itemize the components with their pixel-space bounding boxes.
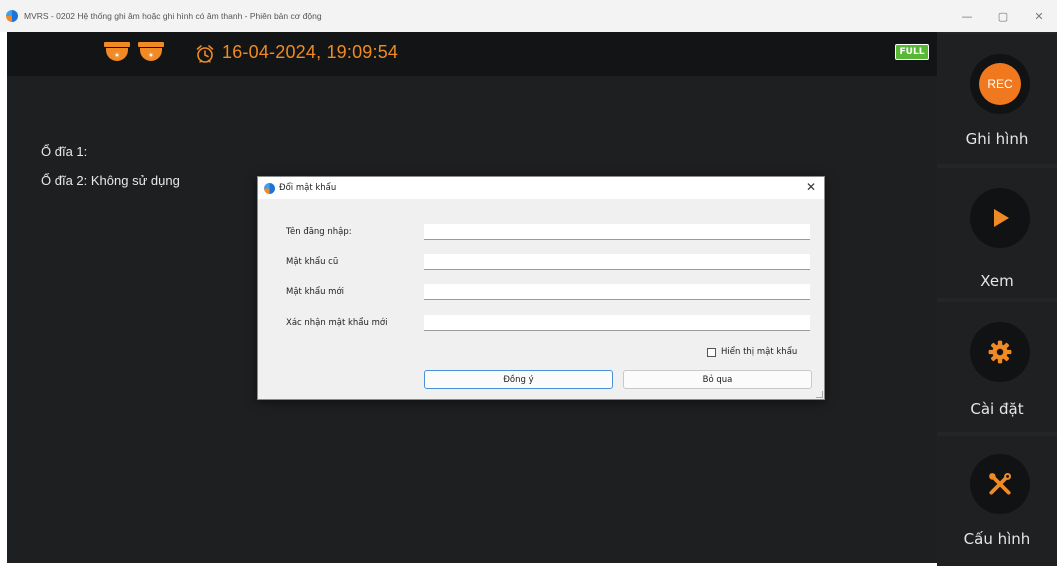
restore-button[interactable]: ▢ xyxy=(985,0,1021,32)
disk-2-status: Ổ đĩa 2: Không sử dụng xyxy=(41,173,180,188)
dialog-title: Đổi mật khẩu xyxy=(279,183,337,193)
minimize-button[interactable]: — xyxy=(949,0,985,32)
window-titlebar: MVRS - 0202 Hệ thống ghi âm hoặc ghi hìn… xyxy=(0,0,1057,32)
status-topbar: 16-04-2024, 19:09:54 FULL xyxy=(7,32,937,76)
sidebar-item-config[interactable]: Cấu hình xyxy=(937,436,1057,566)
dialog-close-icon[interactable]: ✕ xyxy=(806,180,816,194)
app-logo-icon xyxy=(6,10,18,22)
full-badge: FULL xyxy=(895,44,929,60)
username-label: Tên đăng nhập: xyxy=(286,227,352,237)
alarm-clock-icon xyxy=(196,45,214,63)
show-password-option[interactable]: Hiển thị mật khẩu xyxy=(707,347,797,357)
camera-1-icon xyxy=(104,42,130,62)
disk-1-status: Ổ đĩa 1: xyxy=(41,144,88,159)
sidebar-item-record[interactable]: REC Ghi hình xyxy=(937,34,1057,164)
new-password-label: Mật khẩu mới xyxy=(286,287,345,297)
sidebar-item-view[interactable]: Xem xyxy=(937,168,1057,298)
window-title: MVRS - 0202 Hệ thống ghi âm hoặc ghi hìn… xyxy=(24,11,322,21)
rec-icon: REC xyxy=(979,63,1021,105)
window-controls: — ▢ ✕ xyxy=(949,0,1057,32)
sidebar-item-settings[interactable]: Cài đặt xyxy=(937,302,1057,432)
change-password-dialog: Đổi mật khẩu ✕ Tên đăng nhập: Mật khẩu c… xyxy=(257,176,825,400)
close-window-button[interactable]: ✕ xyxy=(1021,0,1057,32)
old-password-label: Mật khẩu cũ xyxy=(286,257,339,267)
sidebar-item-label: Ghi hình xyxy=(965,130,1029,148)
sidebar-item-label: Cấu hình xyxy=(963,530,1031,548)
dialog-app-icon xyxy=(264,182,275,194)
show-password-label: Hiển thị mật khẩu xyxy=(721,347,798,357)
old-password-input[interactable] xyxy=(424,254,810,270)
username-input[interactable] xyxy=(424,224,810,240)
record-circle: REC xyxy=(970,54,1030,114)
camera-2-icon xyxy=(138,42,164,62)
config-circle xyxy=(970,454,1030,514)
sidebar-item-label: Xem xyxy=(980,272,1014,290)
resize-grip[interactable] xyxy=(816,391,823,398)
confirm-password-input[interactable] xyxy=(424,315,810,331)
tools-icon xyxy=(989,472,1012,495)
gear-icon xyxy=(988,340,1012,364)
ok-button[interactable]: Đồng ý xyxy=(424,370,613,389)
confirm-password-label: Xác nhận mật khẩu mới xyxy=(286,318,388,328)
new-password-input[interactable] xyxy=(424,284,810,300)
current-datetime: 16-04-2024, 19:09:54 xyxy=(222,42,399,62)
dialog-titlebar: Đổi mật khẩu ✕ xyxy=(258,177,824,199)
sidebar: REC Ghi hình Xem Cài đặt Cấu hình xyxy=(937,32,1057,566)
cancel-button[interactable]: Bỏ qua xyxy=(623,370,812,389)
sidebar-item-label: Cài đặt xyxy=(970,400,1024,418)
view-circle xyxy=(970,188,1030,248)
play-icon xyxy=(994,209,1009,227)
show-password-checkbox[interactable] xyxy=(707,347,716,357)
settings-circle xyxy=(970,322,1030,382)
